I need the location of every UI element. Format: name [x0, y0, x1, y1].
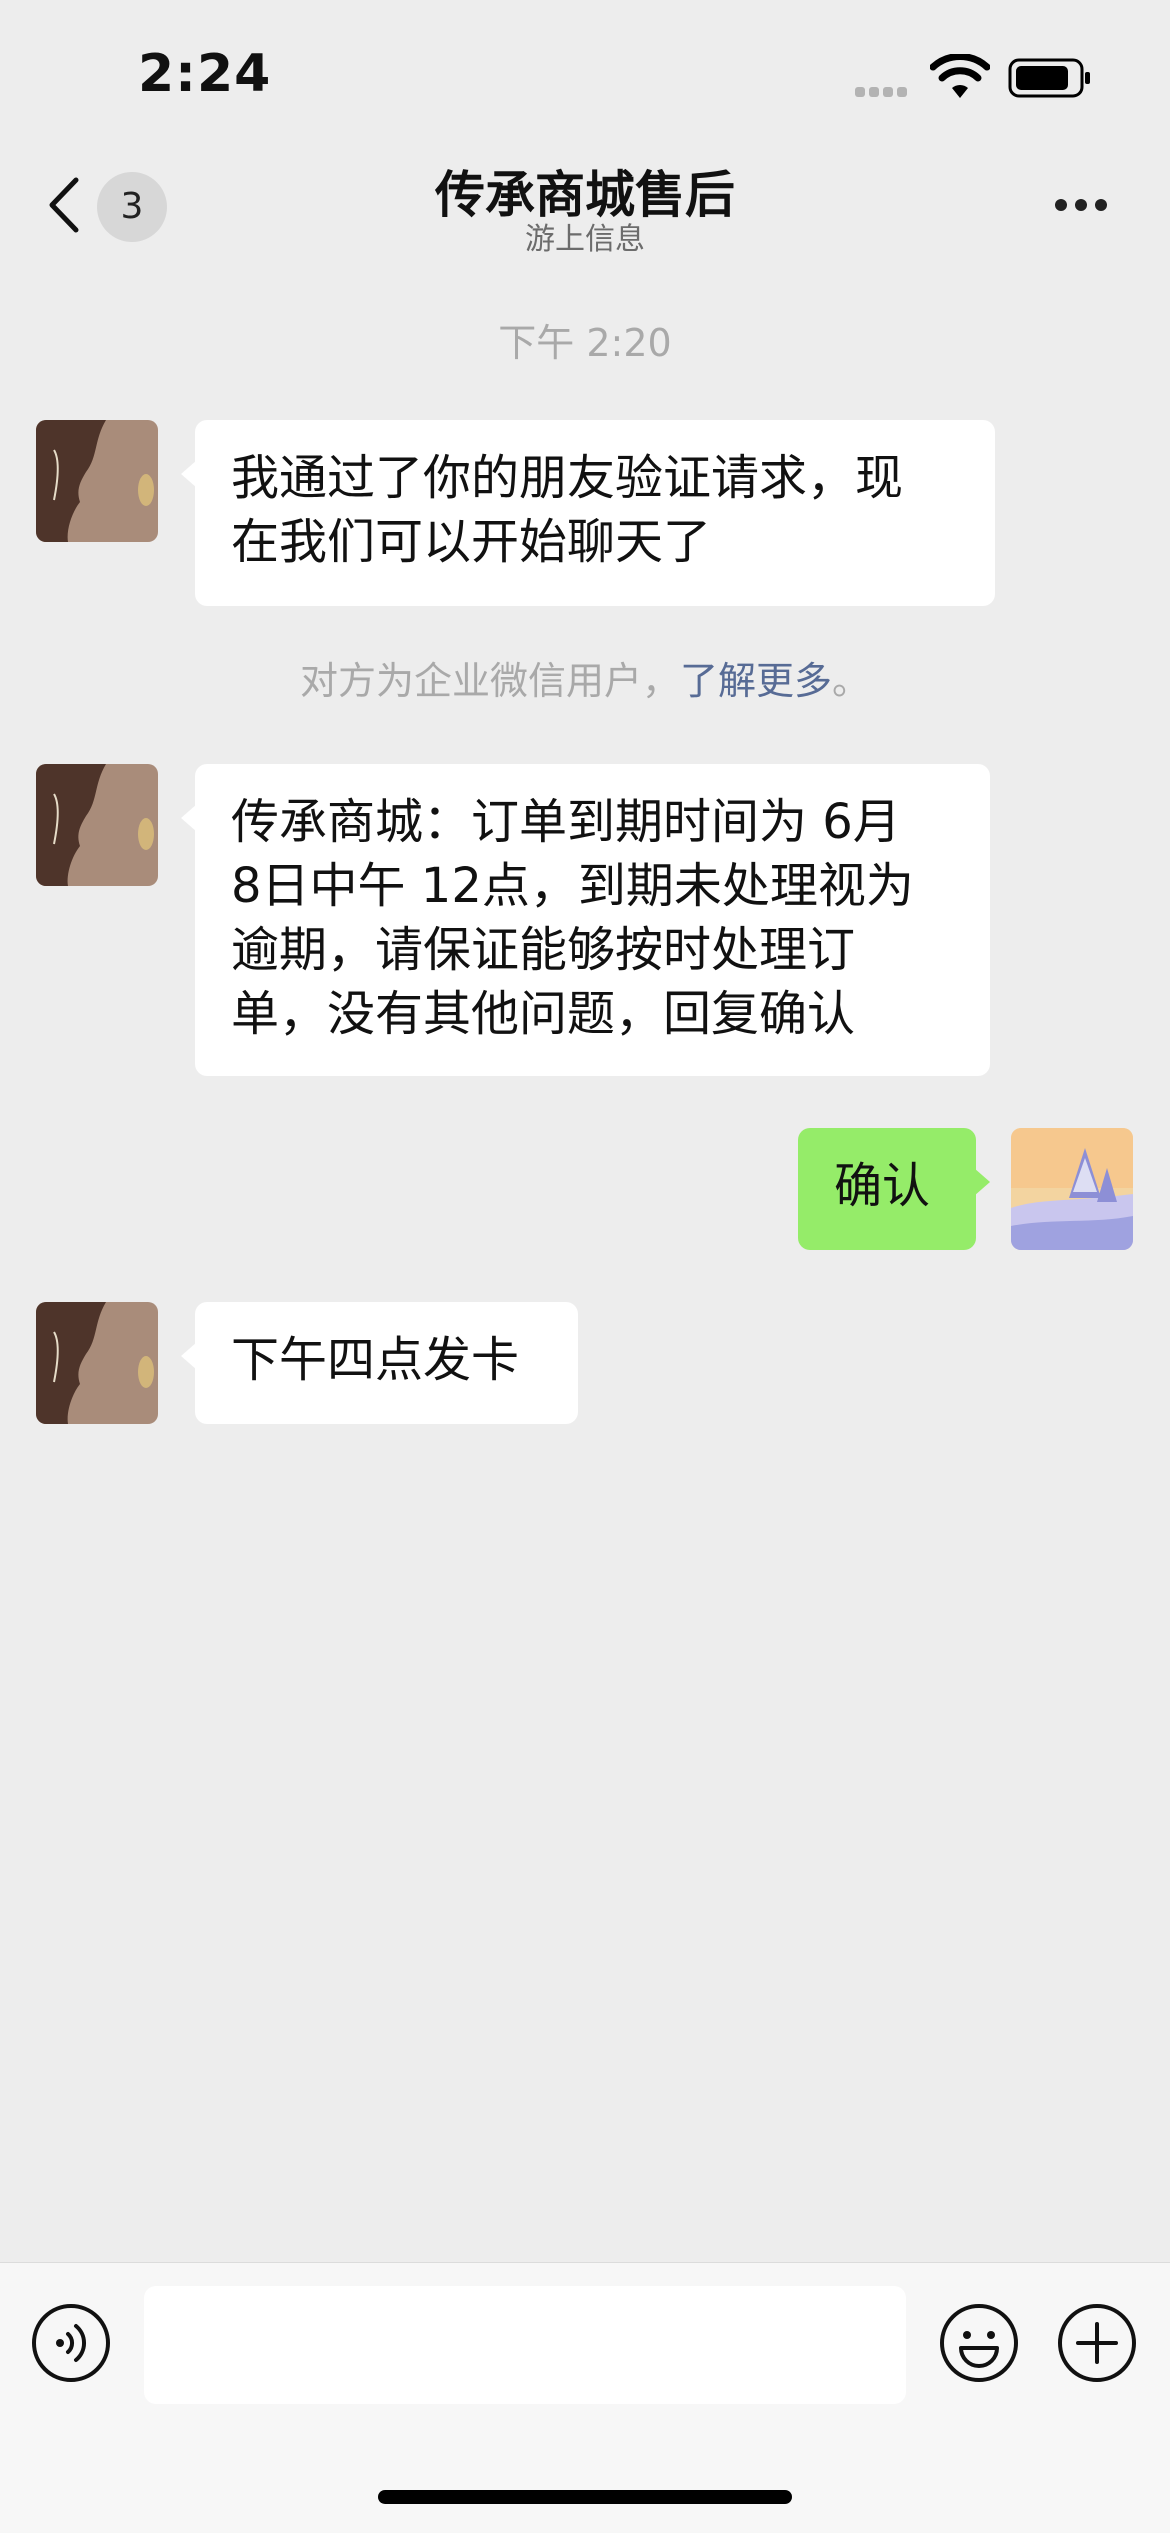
message-bubble-incoming[interactable]: 传承商城：订单到期时间为 6月 8日中午 12点，到期未处理视为 逾期，请保证能…	[181, 764, 990, 1076]
message-line: 单，没有其他问题，回复确认	[231, 986, 856, 1042]
more-dots-icon[interactable]	[1055, 196, 1115, 216]
message-text: 确认	[834, 1158, 931, 1214]
message-input[interactable]	[144, 2286, 906, 2404]
status-bar: 2:24	[0, 0, 1170, 150]
system-note-text: 对方为企业微信用户，	[299, 659, 680, 703]
system-note-suffix: 。	[832, 659, 871, 703]
wifi-icon	[930, 54, 990, 98]
message-line: 在我们可以开始聊天了	[231, 514, 712, 570]
learn-more-link[interactable]: 了解更多	[680, 659, 832, 703]
message-bubble-incoming[interactable]: 下午四点发卡	[181, 1302, 578, 1424]
my-avatar[interactable]	[1011, 1128, 1133, 1250]
message-bubble-incoming[interactable]: 我通过了你的朋友验证请求，现 在我们可以开始聊天了	[181, 420, 995, 606]
contact-avatar[interactable]	[36, 420, 158, 542]
message-line: 我通过了你的朋友验证请求，现	[231, 450, 904, 506]
message-line: 8日中午 12点，到期未处理视为	[231, 858, 914, 914]
plus-icon[interactable]	[1056, 2302, 1138, 2384]
message-timestamp: 下午 2:20	[498, 321, 672, 365]
message-line: 逾期，请保证能够按时处理订	[231, 922, 856, 978]
contact-avatar[interactable]	[36, 1302, 158, 1424]
system-note: 对方为企业微信用户，了解更多。	[0, 650, 1170, 705]
chat-subtitle: 游上信息	[525, 222, 645, 257]
emoji-icon[interactable]	[938, 2302, 1020, 2384]
message-text: 下午四点发卡	[231, 1332, 520, 1388]
cellular-signal-icon	[855, 82, 915, 97]
contact-avatar[interactable]	[36, 764, 158, 886]
voice-icon[interactable]	[30, 2302, 112, 2384]
message-bubble-outgoing[interactable]: 确认	[798, 1128, 990, 1250]
battery-icon	[1008, 58, 1090, 98]
status-time: 2:24	[138, 44, 272, 104]
message-line: 传承商城：订单到期时间为 6月	[231, 794, 901, 850]
home-indicator	[378, 2490, 792, 2504]
